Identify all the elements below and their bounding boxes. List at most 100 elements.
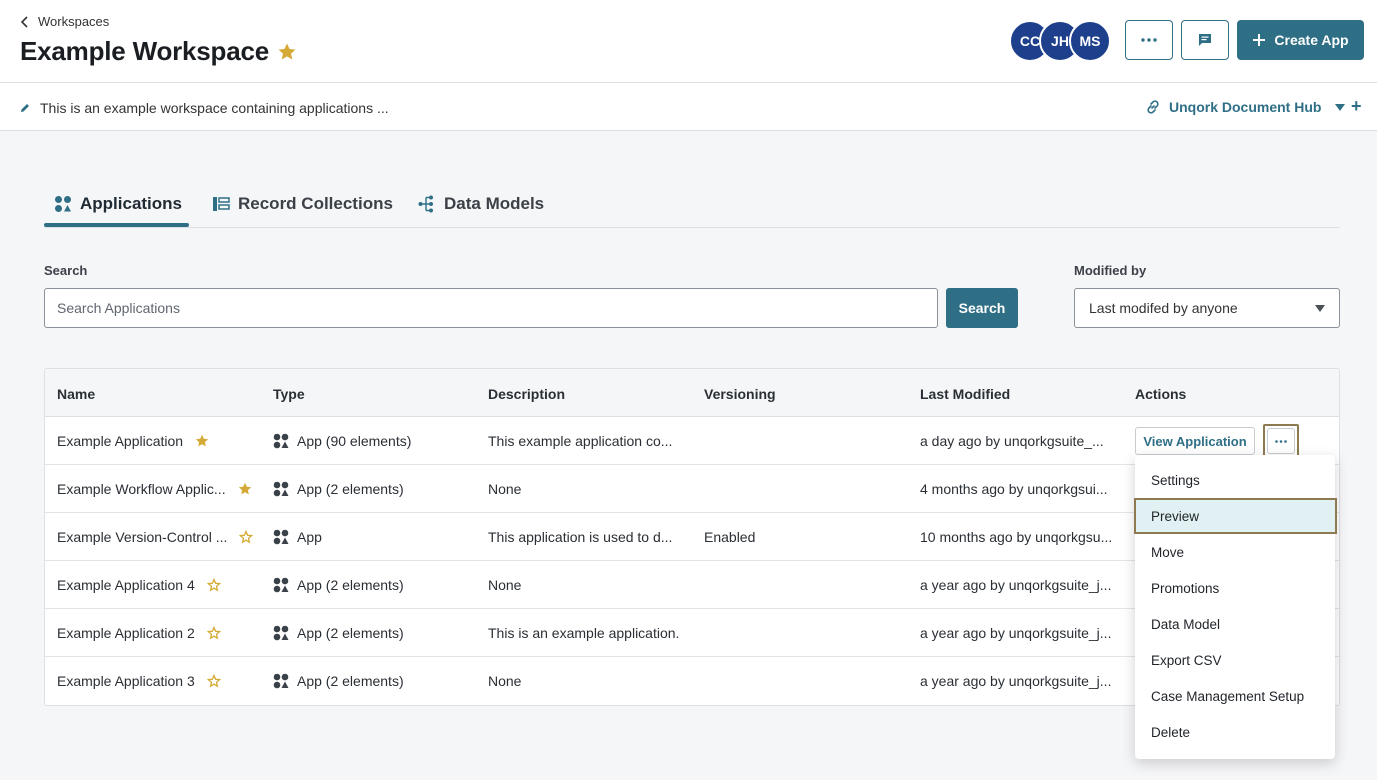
active-tab-indicator — [44, 223, 189, 227]
app-name[interactable]: Example Application 4 — [57, 577, 195, 593]
type-cell: App (2 elements) — [273, 481, 404, 497]
app-name[interactable]: Example Application — [57, 433, 183, 449]
caret-down-icon — [1315, 304, 1325, 312]
app-type: App (2 elements) — [297, 577, 404, 593]
name-cell: Example Version-Control ... — [57, 529, 254, 545]
app-type: App (2 elements) — [297, 625, 404, 641]
menu-item-delete[interactable]: Delete — [1135, 714, 1335, 750]
caret-down-icon — [1335, 103, 1346, 111]
view-application-button[interactable]: View Application — [1135, 427, 1255, 455]
plus-icon — [1253, 34, 1266, 46]
menu-item-data-model[interactable]: Data Model — [1135, 606, 1335, 642]
workspace-description-bar: This is an example workspace containing … — [0, 83, 1377, 131]
name-cell: Example Workflow Applic... — [57, 481, 252, 497]
chevron-left-icon — [20, 15, 28, 28]
description-cell: This is an example application. — [488, 625, 680, 641]
back-label: Workspaces — [38, 14, 110, 29]
column-header-name[interactable]: Name — [57, 386, 95, 402]
apps-icon — [273, 529, 289, 545]
create-app-label: Create App — [1274, 32, 1349, 48]
last-modified-cell: 4 months ago by unqorkgsui... — [920, 481, 1108, 497]
type-cell: App (2 elements) — [273, 577, 404, 593]
ellipsis-icon — [1275, 439, 1287, 443]
apps-icon — [273, 433, 289, 449]
star-outline-icon[interactable] — [239, 530, 254, 544]
page-title: Example Workspace — [20, 36, 270, 66]
menu-item-case-management-setup[interactable]: Case Management Setup — [1135, 678, 1335, 714]
description-cell: This example application co... — [488, 433, 673, 449]
star-filled-icon[interactable] — [238, 482, 252, 496]
tab-data-models[interactable]: Data Models — [418, 192, 544, 216]
menu-item-settings[interactable]: Settings — [1135, 462, 1335, 498]
add-hub-button[interactable]: + — [1351, 97, 1362, 115]
search-button[interactable]: Search — [946, 288, 1018, 328]
star-outline-icon[interactable] — [206, 626, 221, 640]
type-cell: App (90 elements) — [273, 433, 411, 449]
column-header-description[interactable]: Description — [488, 386, 565, 402]
ellipsis-icon — [1141, 38, 1157, 42]
link-icon — [1147, 100, 1159, 114]
star-filled-icon[interactable] — [195, 434, 209, 448]
star-outline-icon[interactable] — [206, 674, 221, 688]
apps-icon — [273, 577, 289, 593]
app-name[interactable]: Example Workflow Applic... — [57, 481, 226, 497]
modified-by-label: Modified by — [1074, 263, 1147, 278]
back-to-workspaces-link[interactable]: Workspaces — [20, 14, 109, 29]
app-name[interactable]: Example Application 2 — [57, 625, 195, 641]
description-cell: None — [488, 481, 522, 497]
menu-item-move[interactable]: Move — [1135, 534, 1335, 570]
app-name[interactable]: Example Version-Control ... — [57, 529, 227, 545]
table-header: Name Type Description Versioning Last Mo… — [45, 369, 1339, 417]
last-modified-cell: a year ago by unqorkgsuite_j... — [920, 625, 1112, 641]
column-header-type[interactable]: Type — [273, 386, 305, 402]
column-header-versioning[interactable]: Versioning — [704, 386, 776, 402]
tab-applications[interactable]: Applications — [54, 192, 182, 216]
app-name[interactable]: Example Application 3 — [57, 673, 195, 689]
document-hub-dropdown[interactable]: Unqork Document Hub — [1145, 99, 1346, 115]
last-modified-cell: a day ago by unqorkgsuite_... — [920, 433, 1104, 449]
row-actions-menu: Settings Preview Move Promotions Data Model E… — [1134, 455, 1337, 759]
tab-record-collections[interactable]: Record Collections — [212, 192, 393, 216]
create-app-button[interactable]: Create App — [1237, 20, 1364, 60]
apps-icon — [55, 196, 71, 212]
data-model-icon — [418, 195, 433, 213]
apps-icon — [273, 481, 289, 497]
pencil-icon[interactable] — [20, 103, 30, 113]
avatar[interactable]: MS — [1069, 20, 1111, 62]
name-cell: Example Application 4 — [57, 577, 221, 593]
collaborator-avatars: CC JH MS — [1009, 20, 1111, 62]
search-input[interactable] — [44, 288, 938, 328]
last-modified-cell: a year ago by unqorkgsuite_j... — [920, 673, 1112, 689]
row-more-actions-button[interactable] — [1263, 424, 1299, 458]
tab-label: Data Models — [444, 194, 545, 213]
type-cell: App (2 elements) — [273, 625, 404, 641]
modified-by-select[interactable]: Last modifed by anyone — [1074, 288, 1340, 328]
menu-item-preview[interactable]: Preview — [1134, 498, 1337, 534]
page-header: Workspaces Example Workspace CC JH MS Cr… — [0, 0, 1377, 83]
versioning-cell: Enabled — [704, 529, 756, 545]
description-cell: None — [488, 673, 522, 689]
star-outline-icon[interactable] — [206, 578, 221, 592]
description-cell: None — [488, 577, 522, 593]
description-cell: This application is used to d... — [488, 529, 673, 545]
column-header-actions: Actions — [1135, 386, 1187, 402]
type-cell: App — [273, 529, 322, 545]
comment-icon — [1199, 34, 1211, 46]
comments-button[interactable] — [1181, 20, 1229, 60]
app-type: App (90 elements) — [297, 433, 412, 449]
name-cell: Example Application — [57, 433, 209, 449]
search-label: Search — [44, 263, 88, 278]
menu-item-export-csv[interactable]: Export CSV — [1135, 642, 1335, 678]
document-hub-label: Unqork Document Hub — [1169, 99, 1322, 115]
record-collection-icon — [213, 197, 230, 211]
workspace-description: This is an example workspace containing … — [40, 100, 389, 116]
app-type: App — [297, 529, 322, 545]
apps-icon — [273, 625, 289, 641]
app-type: App (2 elements) — [297, 481, 404, 497]
column-header-last-modified[interactable]: Last Modified — [920, 386, 1010, 402]
menu-item-promotions[interactable]: Promotions — [1135, 570, 1335, 606]
modified-by-value: Last modifed by anyone — [1089, 300, 1238, 316]
last-modified-cell: 10 months ago by unqorkgsu... — [920, 529, 1113, 545]
more-options-button[interactable] — [1125, 20, 1173, 60]
star-filled-icon[interactable] — [277, 42, 297, 62]
